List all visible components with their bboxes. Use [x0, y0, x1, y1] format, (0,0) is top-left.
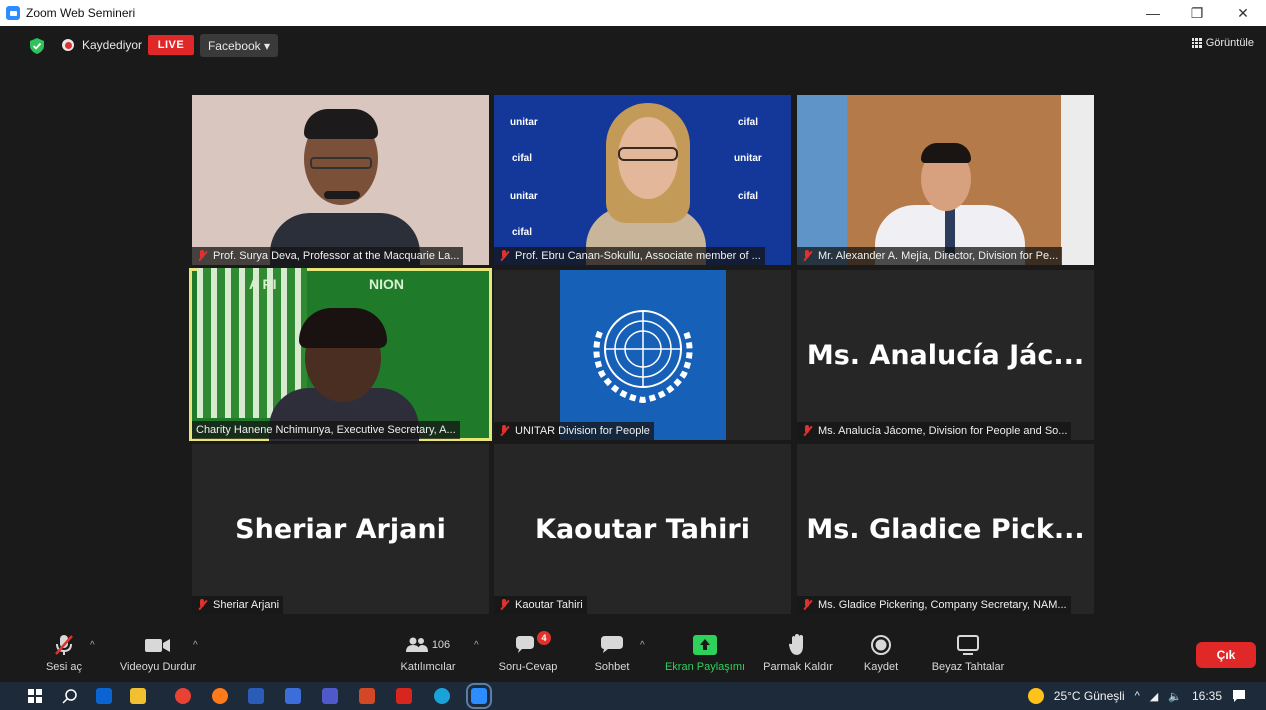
stream-target-dropdown[interactable]: Facebook ▾	[200, 34, 278, 57]
unmute-button[interactable]: Sesi aç	[44, 634, 84, 673]
chat-button[interactable]: Sohbet	[592, 634, 632, 673]
qa-notification-badge: 4	[537, 631, 551, 645]
participant-caption: Charity Hanene Nchimunya, Executive Secr…	[192, 421, 460, 439]
window-title: Zoom Web Semineri	[26, 6, 136, 20]
microphone-muted-icon	[55, 635, 73, 655]
video-tile-gladice-pickering[interactable]: Ms. Gladice Pick... Ms. Gladice Pickerin…	[797, 444, 1094, 614]
restore-button[interactable]: ❐	[1174, 0, 1220, 26]
participant-count: 106	[431, 639, 451, 651]
mic-muted-icon	[498, 425, 510, 437]
mic-muted-icon	[196, 250, 208, 262]
acrobat-icon[interactable]	[396, 688, 412, 704]
participant-display-name: Kaoutar Tahiri	[535, 514, 750, 545]
whiteboard-icon	[957, 635, 979, 655]
participant-display-name: Sheriar Arjani	[235, 514, 446, 545]
meeting-toolbar: Sesi aç ^ Videoyu Durdur ^ 106 Katılımcı…	[0, 628, 1266, 682]
security-shield-icon[interactable]	[30, 38, 44, 54]
edge-icon[interactable]	[434, 688, 450, 704]
participant-caption: UNITAR Division for People	[494, 422, 654, 440]
mic-muted-icon	[498, 599, 510, 611]
participant-caption: Sheriar Arjani	[192, 596, 284, 614]
chat-bubble-icon	[601, 636, 623, 653]
word-icon[interactable]	[248, 688, 264, 704]
sunny-weather-icon	[1027, 688, 1044, 704]
view-button[interactable]: Görüntüle	[1191, 37, 1254, 49]
recording-status: Kaydediyor	[82, 38, 143, 52]
mic-muted-icon	[801, 425, 813, 437]
record-button[interactable]: Kaydet	[862, 634, 900, 673]
participant-caption: Ms. Gladice Pickering, Company Secretary…	[797, 596, 1071, 614]
outlook-icon[interactable]	[96, 688, 112, 704]
video-tile-unitar[interactable]: UNITAR Division for People	[494, 270, 791, 440]
recording-icon	[62, 39, 74, 51]
clock[interactable]: 16:35	[1192, 689, 1222, 703]
chat-options-caret[interactable]: ^	[640, 640, 645, 651]
video-tile-sheriar-arjani[interactable]: Sheriar Arjani Sheriar Arjani	[192, 444, 489, 614]
zoom-app-icon	[6, 6, 20, 20]
raise-hand-icon	[789, 634, 803, 655]
participant-display-name: Ms. Analucía Jác...	[806, 340, 1085, 371]
participant-caption: Prof. Ebru Canan-Sokullu, Associate memb…	[494, 247, 765, 265]
participants-options-caret[interactable]: ^	[474, 640, 479, 651]
mic-muted-icon	[498, 250, 510, 262]
title-bar: Zoom Web Semineri — ❐ ✕	[0, 0, 1266, 26]
teams-icon[interactable]	[322, 688, 338, 704]
live-badge: LIVE	[148, 35, 194, 55]
volume-icon[interactable]: 🔈	[1168, 690, 1182, 703]
participant-caption: Ms. Analucía Jácome, Division for People…	[797, 422, 1072, 440]
share-screen-button[interactable]: Ekran Paylaşımı	[663, 634, 747, 673]
video-tile-alexander-mejia[interactable]: Mr. Alexander A. Mejía, Director, Divisi…	[797, 95, 1094, 265]
mic-muted-icon	[196, 599, 208, 611]
search-icon[interactable]	[62, 688, 78, 704]
participant-caption: Mr. Alexander A. Mejía, Director, Divisi…	[797, 247, 1063, 265]
share-screen-icon	[693, 635, 717, 655]
calendar-icon[interactable]	[285, 688, 301, 704]
video-tile-analucia-jacome[interactable]: Ms. Analucía Jác... Ms. Analucía Jácome,…	[797, 270, 1094, 440]
mic-muted-icon	[801, 250, 813, 262]
audio-options-caret[interactable]: ^	[90, 640, 95, 651]
video-camera-icon	[145, 639, 170, 652]
close-button[interactable]: ✕	[1220, 0, 1266, 26]
chrome-icon[interactable]	[175, 688, 191, 704]
participants-icon	[405, 637, 428, 652]
participant-display-name: Ms. Gladice Pick...	[806, 514, 1085, 545]
video-tile-kaoutar-tahiri[interactable]: Kaoutar Tahiri Kaoutar Tahiri	[494, 444, 791, 614]
video-tile-charity-nchimunya-active-speaker[interactable]: A RI NION Charity Hanene Nchimunya, Exec…	[189, 268, 492, 441]
notifications-icon[interactable]	[1232, 689, 1246, 703]
zoom-taskbar-icon[interactable]	[466, 683, 492, 709]
file-explorer-icon[interactable]	[130, 688, 146, 704]
video-options-caret[interactable]: ^	[193, 640, 198, 651]
system-tray: 25°C Güneşli ^ ◢ 🔈 16:35	[1027, 682, 1246, 710]
un-emblem-icon	[593, 310, 693, 404]
whiteboard-button[interactable]: Beyaz Tahtalar	[930, 634, 1006, 673]
raise-hand-button[interactable]: Parmak Kaldır	[761, 634, 835, 673]
windows-taskbar: 25°C Güneşli ^ ◢ 🔈 16:35	[0, 682, 1266, 710]
windows-start-icon[interactable]	[28, 689, 42, 703]
grid-icon	[1191, 38, 1202, 48]
chevron-up-icon[interactable]: ^	[1135, 690, 1140, 702]
mic-muted-icon	[801, 599, 813, 611]
view-label: Görüntüle	[1205, 37, 1254, 49]
participants-button[interactable]: 106 Katılımcılar	[396, 634, 460, 673]
firefox-icon[interactable]	[212, 688, 228, 704]
weather-text[interactable]: 25°C Güneşli	[1054, 689, 1125, 703]
stop-video-button[interactable]: Videoyu Durdur	[113, 634, 203, 673]
minimize-button[interactable]: —	[1130, 0, 1176, 26]
leave-button[interactable]: Çık	[1196, 642, 1256, 668]
video-tile-ebru-canan-sokullu[interactable]: unitar cifal unitar cifal cifal unitar c…	[494, 95, 791, 265]
network-icon[interactable]: ◢	[1150, 690, 1158, 703]
zoom-window: Zoom Web Semineri — ❐ ✕ Kaydediyor LIVE …	[0, 0, 1266, 710]
video-tile-surya-deva[interactable]: Prof. Surya Deva, Professor at the Macqu…	[192, 95, 489, 265]
record-icon	[871, 635, 891, 655]
participant-caption: Prof. Surya Deva, Professor at the Macqu…	[192, 247, 464, 265]
powerpoint-icon[interactable]	[359, 688, 375, 704]
participant-caption: Kaoutar Tahiri	[494, 596, 587, 614]
